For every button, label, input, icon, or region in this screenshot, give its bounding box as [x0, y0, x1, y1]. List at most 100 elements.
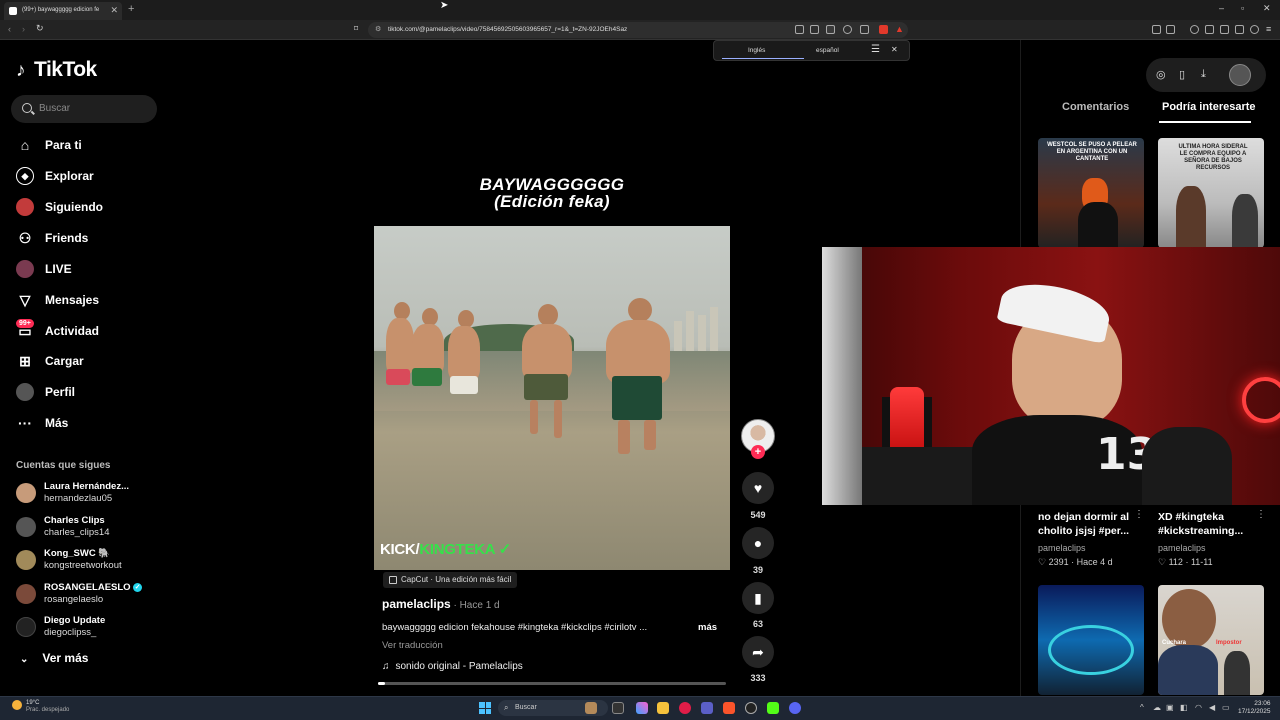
related-thumbnail[interactable]: Cuchara Impostor [1158, 585, 1264, 695]
close-window-icon[interactable]: ✕ [1263, 3, 1271, 14]
tab-related[interactable]: Podría interesarte [1162, 101, 1256, 113]
translate-icon[interactable] [826, 25, 835, 34]
discord-icon[interactable] [789, 702, 801, 714]
volume-icon[interactable]: ◀ [1209, 703, 1215, 712]
weather-icon[interactable] [12, 700, 22, 710]
kick-icon[interactable] [767, 702, 779, 714]
extension-icon[interactable] [1166, 25, 1175, 34]
extensions-puzzle-icon[interactable] [1235, 25, 1244, 34]
weather-temp: 19°C [26, 700, 40, 706]
close-tab-icon[interactable]: ✕ [110, 5, 118, 16]
tray-app-icon[interactable]: ◧ [1180, 703, 1188, 712]
video-author[interactable]: pamelaclips · Hace 1 d [382, 597, 500, 611]
back-icon[interactable]: ‹ [8, 24, 11, 34]
sidebar-toggle-icon[interactable] [1205, 25, 1214, 34]
related-title[interactable]: XD #kingteka #kickstreaming... [1158, 510, 1268, 538]
zoom-icon[interactable] [843, 25, 852, 34]
tab-comments[interactable]: Comentarios [1062, 101, 1129, 113]
more-options-icon[interactable]: ⋮ [1256, 509, 1266, 520]
nav-mensajes[interactable]: ▽ Mensajes [16, 289, 99, 311]
brave-shield-icon[interactable] [879, 25, 888, 34]
user-avatar[interactable] [1229, 64, 1251, 86]
followed-account[interactable]: Laura Hernández... hernandezlau05 [16, 479, 129, 507]
task-view-icon[interactable] [612, 702, 624, 714]
translate-link[interactable]: Ver traducción [382, 640, 443, 651]
save-button[interactable]: ▮ [742, 582, 774, 614]
extension-icon[interactable] [1152, 25, 1161, 34]
follow-plus-button[interactable]: + [751, 445, 765, 459]
tray-app-icon[interactable]: ☁ [1153, 703, 1161, 712]
related-author[interactable]: pamelaclips [1038, 543, 1086, 553]
see-more-button[interactable]: ⌄ Ver más [20, 651, 88, 665]
nav-live[interactable]: LIVE [16, 258, 72, 280]
browser-tab[interactable]: (99+) baywaggggg edicion fe ✕ [4, 2, 122, 20]
close-translate-icon[interactable]: ✕ [891, 45, 898, 54]
share-icon[interactable] [860, 25, 869, 34]
related-title[interactable]: no dejan dormir al cholito jsjsj #per... [1038, 510, 1148, 538]
nav-cargar[interactable]: ⊞ Cargar [16, 350, 84, 372]
active-tab-underline [1159, 121, 1251, 123]
lang-to-tab[interactable]: español [816, 47, 839, 54]
copilot-icon[interactable] [636, 702, 648, 714]
tiktok-logo[interactable]: ♪ TikTok [16, 58, 97, 82]
teams-icon[interactable] [701, 702, 713, 714]
followed-account[interactable]: ROSANGELAESLO ✓ rosangelaeslo [16, 580, 143, 608]
tray-chevron-icon[interactable]: ^ [1140, 703, 1144, 712]
device-icon[interactable]: ▯ [1179, 68, 1185, 81]
taskbar-app-icon[interactable] [585, 702, 597, 714]
wallet-icon[interactable] [1220, 25, 1229, 34]
search-input[interactable]: Buscar [11, 95, 157, 123]
nav-explorar[interactable]: ◆ Explorar [16, 165, 94, 187]
video-frame[interactable] [374, 226, 730, 570]
forward-icon[interactable]: › [22, 24, 25, 34]
download-icon[interactable]: ⤓ [1201, 68, 1206, 81]
lang-from-tab[interactable]: Inglés [748, 47, 765, 54]
clock-time: 23:06 [1254, 700, 1271, 707]
taskbar-clock[interactable]: 23:06 17/12/2025 [1238, 700, 1271, 716]
nav-perfil[interactable]: Perfil [16, 381, 75, 403]
related-author[interactable]: pamelaclips [1158, 543, 1206, 553]
related-thumbnail[interactable] [1038, 585, 1144, 695]
video-progress-bar[interactable] [378, 682, 726, 685]
windows-start-icon[interactable] [479, 702, 491, 714]
brave-rewards-icon[interactable]: ▲ [895, 24, 904, 34]
more-link[interactable]: más [698, 622, 717, 633]
author-name[interactable]: pamelaclips [382, 597, 451, 611]
nav-mas[interactable]: ··· Más [16, 412, 68, 434]
screenshot-icon[interactable] [810, 25, 819, 34]
new-tab-button[interactable]: + [128, 3, 134, 15]
wifi-icon[interactable]: ◠ [1195, 703, 1202, 712]
more-options-icon[interactable]: ⋮ [1134, 509, 1144, 520]
file-explorer-icon[interactable] [657, 702, 669, 714]
share-button[interactable]: ➦ [742, 636, 774, 668]
battery-icon[interactable]: ▭ [1222, 703, 1230, 712]
related-thumbnail[interactable]: ULTIMA HORA SIDERAL LE COMPRA EQUIPO A S… [1158, 138, 1264, 248]
related-thumbnail[interactable]: WESTCOL SE PUSO A PELEAR EN ARGENTINA CO… [1038, 138, 1144, 248]
site-info-icon[interactable]: ⚙ [375, 25, 381, 33]
sound-link[interactable]: ♫ sonido original - Pamelaclips [382, 661, 523, 672]
obs-icon[interactable] [745, 702, 757, 714]
vpn-icon[interactable] [1250, 25, 1259, 34]
weather-widget[interactable]: 19°C Prac. despejado [26, 700, 69, 714]
menu-icon[interactable]: ≡ [1266, 24, 1271, 34]
nav-friends[interactable]: ⚇ Friends [16, 227, 89, 249]
followed-account[interactable]: Diego Update diegoclipss_ [16, 613, 105, 641]
bookmark-icon[interactable]: ⌑ [354, 24, 358, 33]
music-icon[interactable] [1190, 25, 1199, 34]
followed-account[interactable]: Kong_SWC 🐘 kongstreetworkout [16, 546, 122, 574]
maximize-icon[interactable]: ▫ [1241, 3, 1244, 13]
reload-icon[interactable]: ↻ [36, 23, 44, 34]
capcut-link[interactable]: CapCut · Una edición más fácil [383, 572, 518, 588]
compass-icon[interactable]: ◎ [1156, 68, 1166, 81]
taskbar-app-icon[interactable] [679, 702, 691, 714]
brave-icon[interactable] [723, 702, 735, 714]
reader-icon[interactable] [795, 25, 804, 34]
like-button[interactable]: ♥ [742, 472, 774, 504]
nav-siguiendo[interactable]: Siguiendo [16, 196, 103, 218]
translate-menu-icon[interactable]: ☰ [871, 44, 880, 55]
minimize-icon[interactable]: – [1219, 3, 1224, 13]
tray-app-icon[interactable]: ▣ [1166, 703, 1174, 712]
followed-account[interactable]: Charles Clips charles_clips14 [16, 513, 109, 541]
nav-para-ti[interactable]: ⌂ Para ti [16, 134, 82, 156]
comment-button[interactable]: ● [742, 527, 774, 559]
